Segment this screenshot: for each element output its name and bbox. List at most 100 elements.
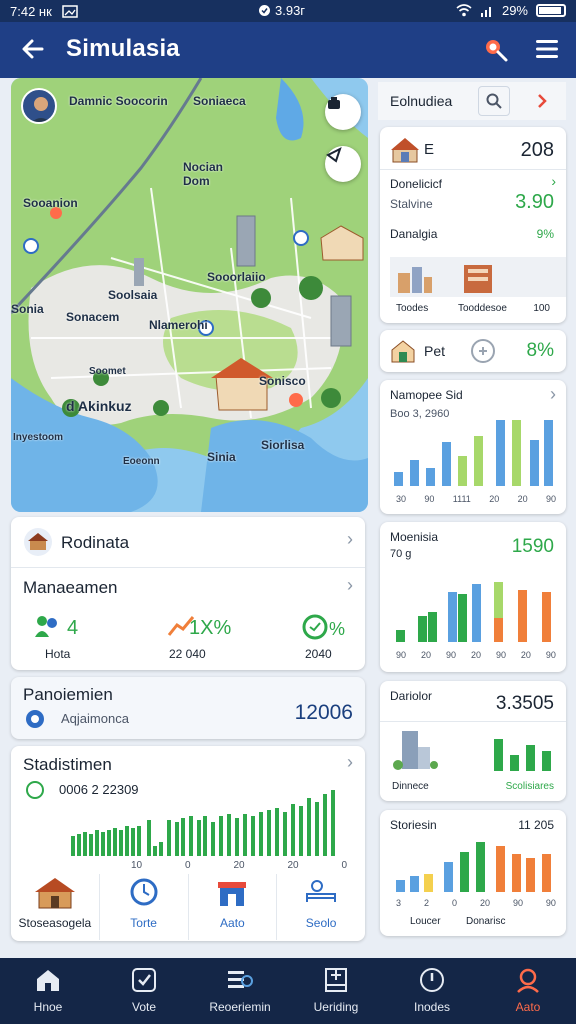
bar-chart-2 [396, 582, 551, 642]
percent-card[interactable]: Pet 8% [380, 330, 566, 372]
map-terrain [11, 78, 368, 512]
x-label: 20 [517, 494, 528, 504]
map-label: Soomet [89, 366, 126, 377]
x-axis-labels: 10 0 20 20 0 [131, 860, 347, 871]
map-label: Sinia [207, 450, 236, 464]
nav-label: Aato [515, 1000, 541, 1014]
x-label: 90 [396, 650, 407, 660]
shortcut-label: Stoseasogela [18, 916, 92, 930]
shortcut-item[interactable]: Stoseasogela [11, 874, 100, 940]
chevron-right-icon[interactable]: › [347, 575, 353, 596]
divider [11, 567, 365, 568]
summary-card-value: 208 [520, 139, 554, 161]
nav-label: Inodes [413, 1000, 451, 1014]
nav-item-indexes[interactable]: Inodes [384, 958, 480, 1024]
palace-icon [24, 528, 52, 556]
status-ring-icon [26, 781, 44, 799]
status-bar: 7:42 нк 3.93г 29% [0, 0, 576, 22]
nav-item-vote[interactable]: Vote [96, 958, 192, 1024]
row-value: 3.90 [515, 191, 554, 213]
status-center-text: 3.93г [275, 3, 306, 18]
toggle-icon[interactable] [470, 338, 496, 364]
row-label: Danalgia [390, 227, 438, 241]
chevron-right-icon[interactable]: › [347, 752, 353, 773]
stat-value: % [329, 619, 346, 639]
thumb-label: Toodes [396, 303, 429, 314]
chevron-right-icon[interactable]: › [551, 173, 556, 189]
stat-label: 22 040 [169, 647, 206, 661]
chevron-right-icon[interactable]: › [550, 384, 556, 405]
value-card[interactable]: Dariolor 3.3505 Dinnece Scolisiares [380, 681, 566, 801]
signal-icon [480, 7, 491, 17]
management-card[interactable]: Rodinata › Manaeamen › 4 Hota 1X% 22 040… [11, 517, 365, 670]
nav-label: Vote [131, 1000, 157, 1014]
progress-ring-icon [302, 614, 328, 640]
x-label: 20 [470, 650, 481, 660]
x-label: 20 [287, 860, 299, 871]
layers-icon[interactable] [325, 94, 361, 130]
shortcut-item[interactable]: Torte [100, 874, 189, 940]
x-label: 90 [445, 650, 456, 660]
x-label: 90 [424, 494, 435, 504]
map-label: Siorlisa [261, 438, 305, 452]
nav-label: Hnoe [33, 1000, 63, 1014]
summary-card[interactable]: E 208 Donelicicf › Stalvine 3.90 Danalgi… [380, 127, 566, 323]
summary-card-title: E [424, 141, 435, 158]
nav-item-home[interactable]: Hnoe [0, 958, 96, 1024]
statistics-card-title: Stadistimen [23, 755, 112, 774]
people-icon [35, 616, 57, 637]
percent-card-label: Pet [424, 343, 446, 359]
shortcut-item[interactable]: Seolo [277, 874, 365, 940]
statistics-card[interactable]: Stadistimen › 0006 2 22309 10 0 20 20 0 … [11, 746, 365, 941]
bar-card-title: Storiesin [390, 818, 437, 832]
map-label: Nocian Dom [183, 160, 224, 188]
management-section-title: Manaeamen [23, 578, 118, 597]
value-card-value: 3.3505 [495, 693, 554, 714]
chevron-right-icon[interactable] [526, 86, 558, 116]
divider [380, 169, 566, 170]
back-arrow-icon[interactable] [18, 34, 48, 64]
reference-icon [228, 971, 253, 988]
bar-card-subtitle: 70 g [390, 548, 412, 560]
simulation-map[interactable]: Damnic Soocorin Soniaeca Nocian Dom Sooa… [11, 78, 368, 512]
app-bar: Simulasia [0, 22, 576, 78]
wifi-icon [456, 4, 472, 17]
panel-card[interactable]: Panoiemien Aqjaimonca 12006 [11, 677, 365, 739]
compass-icon[interactable] [325, 146, 361, 182]
building-icon [325, 968, 347, 992]
battery-percent: 29% [501, 3, 528, 18]
x-label: 90 [545, 898, 556, 908]
shortcut-row: Stoseasogela Torte Aato Seolo [11, 874, 365, 940]
x-label: 90 [545, 650, 556, 660]
x-axis-labels: 3 2 0 20 90 90 [396, 898, 556, 908]
info-icon [26, 710, 44, 728]
page-title: Simulasia [66, 35, 180, 62]
bar-chart-card-3[interactable]: Storiesin 11 205 3 2 0 20 90 90 Loucer D… [380, 810, 566, 936]
x-label: 20 [489, 494, 500, 504]
bar-chart-card-2[interactable]: Moenisia 70 g 1590 90 20 90 20 90 20 90 [380, 522, 566, 672]
map-label: Soolsaia [108, 288, 158, 302]
right-panel-header: Eolnudiea [378, 82, 566, 120]
temple-icon [34, 878, 75, 909]
thumb-label: Tooddesoe [458, 303, 507, 314]
bar-card-title: Moenisia [390, 530, 439, 544]
bed-icon [306, 880, 337, 902]
shortcut-item[interactable]: Aato [189, 874, 278, 940]
x-label: 10 [131, 860, 143, 871]
x-label: 30 [396, 494, 407, 504]
search-icon[interactable] [482, 36, 510, 64]
user-avatar[interactable] [21, 88, 57, 124]
panel-card-subtitle: Aqjaimonca [61, 711, 129, 726]
bar-chart-card-1[interactable]: Namopee Sid › Boo 3, 2960 30 90 1111 20 … [380, 380, 566, 514]
nav-item-building[interactable]: Ueriding [288, 958, 384, 1024]
town-icon [398, 267, 432, 293]
percent-card-value: 8% [526, 340, 554, 361]
shortcut-label: Torte [130, 916, 157, 930]
search-icon[interactable] [478, 86, 510, 116]
nav-item-aato[interactable]: Aato [480, 958, 576, 1024]
nav-item-reference[interactable]: Reoeriemin [192, 958, 288, 1024]
row-label: Stalvine [390, 197, 433, 211]
menu-icon[interactable] [534, 36, 560, 62]
stat-value: 4 [67, 617, 79, 639]
chevron-right-icon[interactable]: › [347, 529, 353, 550]
